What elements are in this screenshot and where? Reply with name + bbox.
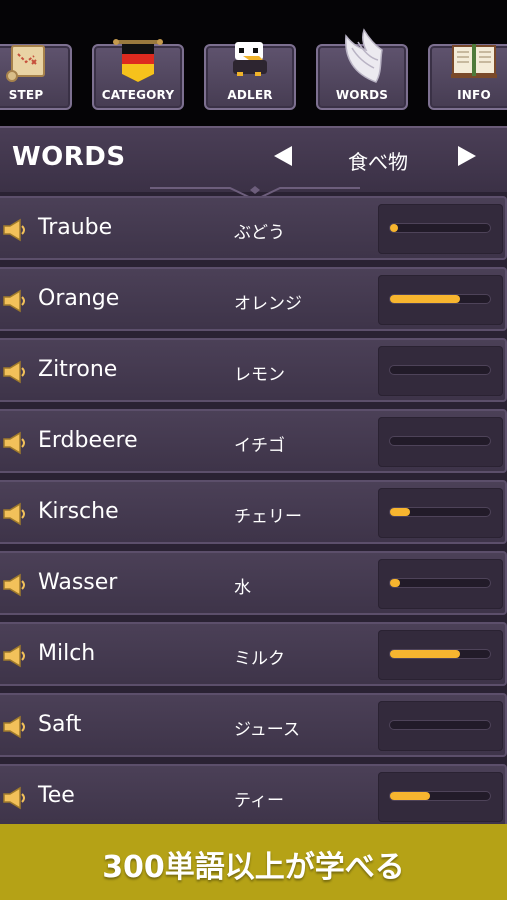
progress-panel [378,701,503,751]
progress-track [390,579,490,587]
word-translation: レモン [234,365,285,385]
word-translation: イチゴ [234,436,285,456]
map-scroll-icon [6,45,45,82]
word-row[interactable]: Zitrone レモン [0,338,507,402]
progress-panel [378,772,503,822]
eagle-icon [233,42,267,76]
tab-words-label: WORDS [335,88,389,102]
speaker-icon[interactable] [2,644,28,668]
word-translation: ミルク [234,649,285,669]
progress-panel [378,630,503,680]
speaker-icon[interactable] [2,715,28,739]
word-translation: オレンジ [234,294,302,314]
progress-track [390,224,490,232]
word-text: Kirsche [38,499,119,524]
tab-info[interactable]: INFO [428,44,507,110]
top-tab-bar: STEP CATEGORY ADLER WORDS INFO [0,0,507,126]
tab-adler-label: ADLER [227,88,273,102]
german-flag-icon [113,39,163,82]
word-text: Orange [38,286,120,311]
progress-panel [378,417,503,467]
progress-fill [390,224,398,232]
tab-words[interactable]: WORDS [316,28,408,110]
progress-fill [390,508,410,516]
word-text: Tee [38,783,75,808]
promo-banner: 300単語以上が学べる [0,824,507,900]
progress-track [390,650,490,658]
wing-icon [345,28,383,83]
progress-fill [390,792,430,800]
speaker-icon[interactable] [2,502,28,526]
tab-info-label: INFO [457,88,491,102]
tab-category-label: CATEGORY [101,88,175,102]
progress-panel [378,559,503,609]
progress-panel [378,275,503,325]
progress-track [390,437,490,445]
word-row[interactable]: Traube ぶどう [0,196,507,260]
speaker-icon[interactable] [2,786,28,810]
word-row[interactable]: Orange オレンジ [0,267,507,331]
speaker-icon[interactable] [2,573,28,597]
progress-track [390,295,490,303]
progress-fill [390,579,400,587]
progress-panel [378,346,503,396]
word-row[interactable]: Kirsche チェリー [0,480,507,544]
word-text: Zitrone [38,357,118,382]
progress-panel [378,204,503,254]
word-row[interactable]: Tee ティー [0,764,507,828]
category-name: 食べ物 [348,150,408,174]
tab-step-label: STEP [8,88,44,102]
speaker-icon[interactable] [2,431,28,455]
speaker-icon[interactable] [2,360,28,384]
promo-banner-text: 300単語以上が学べる [102,850,405,885]
book-icon [451,44,497,78]
progress-fill [390,295,460,303]
word-row[interactable]: Saft ジュース [0,693,507,757]
word-translation: ジュース [234,720,300,740]
progress-track [390,792,490,800]
word-row[interactable]: Milch ミルク [0,622,507,686]
progress-track [390,721,490,729]
word-translation: チェリー [234,507,302,527]
word-translation: ティー [234,791,284,811]
word-text: Wasser [38,570,118,595]
word-row[interactable]: Wasser 水 [0,551,507,615]
speaker-icon[interactable] [2,289,28,313]
word-text: Traube [38,215,113,240]
progress-track [390,508,490,516]
word-translation: ぶどう [234,223,285,243]
progress-fill [390,650,460,658]
word-text: Milch [38,641,96,666]
app-screen: STEP CATEGORY ADLER WORDS INFO WORDS 食べ物… [0,0,507,900]
tab-step[interactable]: STEP [0,44,72,110]
speaker-icon[interactable] [2,218,28,242]
word-translation: 水 [234,578,251,598]
tab-adler[interactable]: ADLER [204,42,296,110]
words-header: WORDS 食べ物 [0,126,507,202]
progress-panel [378,488,503,538]
word-row[interactable]: Erdbeere イチゴ [0,409,507,473]
tab-category[interactable]: CATEGORY [92,39,184,110]
next-category-button[interactable] [458,146,476,166]
previous-category-button[interactable] [274,146,292,166]
word-text: Saft [38,712,82,737]
progress-track [390,366,490,374]
page-title: WORDS [12,142,126,172]
word-text: Erdbeere [38,428,138,453]
